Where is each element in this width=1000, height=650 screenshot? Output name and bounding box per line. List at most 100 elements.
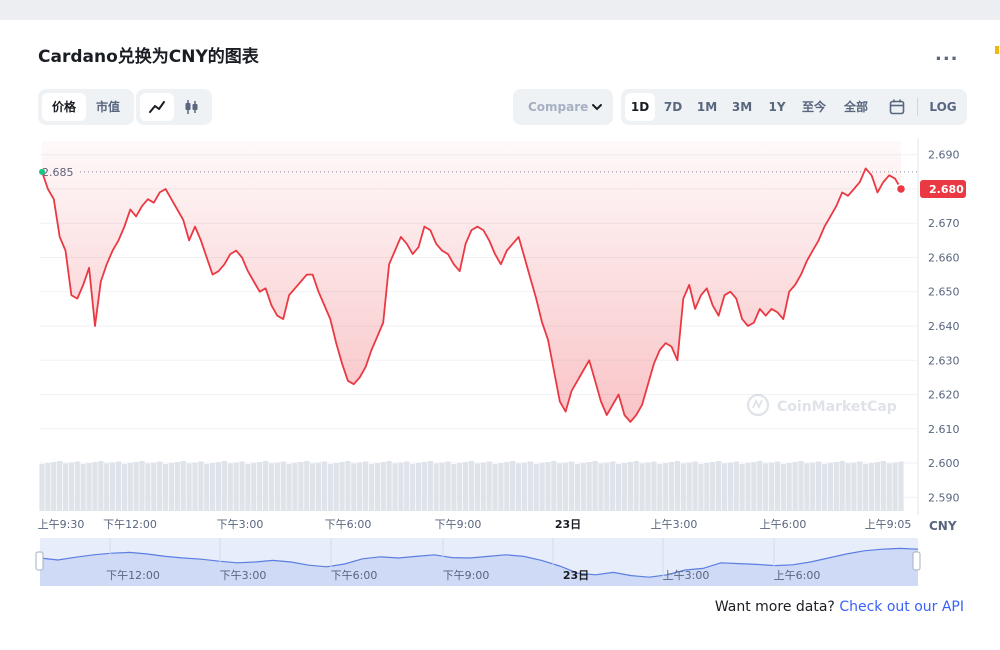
volume-bar — [880, 461, 886, 511]
navigator-tick-label: 上午6:00 — [774, 569, 821, 582]
volume-bar — [39, 464, 45, 511]
volume-bar — [292, 463, 298, 511]
x-tick-label: 下午9:00 — [435, 518, 482, 531]
start-marker — [39, 168, 45, 175]
volume-bar — [233, 462, 239, 511]
volume-bar — [221, 461, 227, 511]
api-link[interactable]: Check out our API — [839, 599, 964, 615]
volume-bar — [674, 461, 681, 511]
volume-bar — [668, 462, 675, 511]
volume-bar — [315, 462, 322, 511]
navigator-tick-label: 上午3:00 — [663, 569, 710, 582]
volume-bar — [845, 463, 851, 511]
volume-bar — [610, 461, 616, 511]
volume-bar — [204, 464, 210, 511]
volume-bar — [80, 464, 86, 511]
volume-bar — [151, 462, 157, 511]
navigator-handle-right[interactable] — [912, 551, 921, 571]
currency-label: CNY — [929, 519, 957, 533]
x-tick-label: 下午3:00 — [217, 518, 264, 531]
volume-bar — [168, 463, 175, 511]
coinmarketcap-logo: CoinMarketCap — [746, 393, 897, 417]
navigator-tick-label: 下午12:00 — [106, 569, 160, 582]
volume-bar — [374, 463, 380, 511]
x-tick-label: 上午6:00 — [760, 518, 807, 531]
volume-bar — [492, 464, 498, 511]
y-tick-label: 2.670 — [928, 217, 960, 230]
volume-bar — [310, 463, 316, 511]
volume-bar — [268, 463, 275, 511]
volume-bar — [498, 463, 504, 511]
volume-bar — [727, 462, 733, 511]
volume-bar — [133, 462, 139, 511]
volume-bar — [68, 462, 75, 511]
volume-bar — [121, 464, 127, 511]
volume-bar — [598, 463, 604, 511]
volume-bar — [868, 463, 875, 511]
volume-bar — [627, 462, 633, 511]
volume-bar — [386, 461, 392, 511]
volume-bar — [851, 462, 857, 511]
volume-bar — [392, 463, 398, 511]
y-tick-label: 2.600 — [928, 457, 960, 470]
volume-bar — [257, 462, 263, 511]
volume-bar — [757, 461, 763, 511]
volume-bar — [104, 463, 110, 511]
y-tick-label: 2.620 — [928, 389, 960, 402]
y-tick-label: 2.590 — [928, 491, 960, 504]
volume-bar — [362, 461, 369, 511]
volume-bar — [539, 463, 545, 511]
volume-bar — [621, 463, 628, 511]
volume-bar — [557, 463, 563, 511]
api-promo: Want more data? Check out our API — [715, 599, 964, 615]
x-tick-label: 上午9:05 — [865, 518, 912, 531]
x-tick-label: 上午3:00 — [651, 518, 698, 531]
volume-bar — [510, 461, 516, 511]
volume-bar — [580, 463, 586, 511]
volume-bar — [545, 462, 551, 511]
volume-bar — [110, 462, 116, 511]
volume-bar — [704, 463, 710, 511]
volume-bar — [857, 461, 863, 511]
volume-bar — [445, 461, 451, 511]
volume-bar — [239, 461, 245, 511]
volume-bar — [480, 462, 486, 511]
volume-bar — [57, 461, 63, 511]
volume-bar — [468, 461, 475, 511]
volume-bar — [874, 462, 881, 511]
volume-bar — [421, 462, 428, 511]
volume-bar — [115, 461, 122, 511]
volume-bar — [274, 462, 280, 511]
volume-bar — [586, 462, 592, 511]
volume-bar — [351, 463, 357, 511]
volume-bar — [786, 463, 792, 511]
volume-bar — [763, 463, 769, 511]
volume-bar — [286, 464, 292, 511]
volume-bar — [398, 462, 404, 511]
navigator-handle-left[interactable] — [35, 551, 44, 571]
volume-bar — [333, 463, 339, 511]
volume-bar — [433, 463, 439, 511]
y-tick-label: 2.660 — [928, 251, 960, 264]
volume-bar — [45, 463, 51, 511]
y-tick-label: 2.610 — [928, 423, 960, 436]
volume-bar — [898, 461, 904, 511]
price-chart: 2.685 2.6902.6802.6702.6602.6502.6402.63… — [35, 138, 966, 586]
navigator-tick-label: 下午6:00 — [331, 569, 378, 582]
volume-bar — [298, 462, 304, 511]
navigator-tick-label: 下午9:00 — [443, 569, 490, 582]
volume-bar — [633, 461, 639, 511]
volume-bar — [692, 461, 698, 511]
volume-bar — [262, 461, 269, 511]
current-price-dot — [895, 183, 907, 195]
volume-bar — [98, 461, 104, 511]
volume-bar — [816, 461, 822, 511]
x-tick-label: 下午6:00 — [325, 518, 372, 531]
volume-bar — [863, 464, 869, 511]
volume-bar — [404, 461, 410, 511]
volume-bar — [751, 462, 757, 511]
volume-bar — [51, 462, 57, 511]
volume-bar — [439, 462, 445, 511]
volume-bar — [798, 461, 804, 511]
volume-bar — [821, 464, 828, 511]
